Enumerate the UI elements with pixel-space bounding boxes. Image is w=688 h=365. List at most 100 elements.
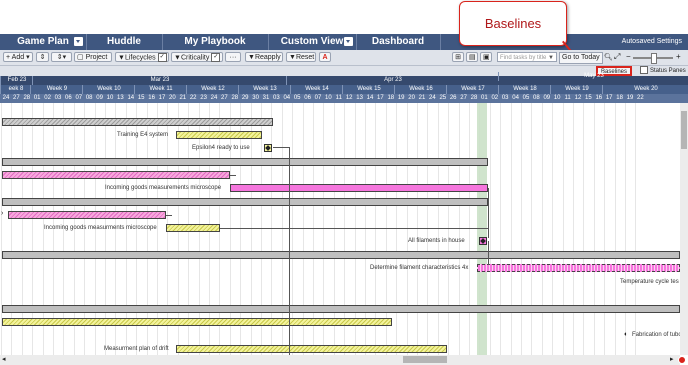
milestone-icon[interactable]	[479, 237, 487, 245]
zoom-in-icon[interactable]: +	[676, 52, 681, 61]
move-button[interactable]: ⇕▾	[51, 52, 72, 62]
lifecycles-filter[interactable]: ▼Lifecycles ✓	[115, 52, 169, 62]
task-bar[interactable]	[2, 251, 680, 259]
project-button[interactable]: ▢ Project	[74, 52, 112, 62]
day-label: 19	[626, 95, 634, 101]
day-label: 27	[460, 95, 467, 101]
highlight-button[interactable]: A	[319, 52, 331, 62]
task-bar[interactable]	[2, 171, 230, 179]
tab-huddle-label: Huddle	[107, 36, 141, 47]
zoom-slider-thumb[interactable]	[651, 53, 657, 64]
timeline-days-header: 24 27 28 01 02 03 06 07 08 09 10 13 14 15 16 17 20 21 22 23…	[0, 94, 688, 103]
week-label: Week 12	[186, 85, 239, 94]
horizontal-scroll-thumb[interactable]	[403, 356, 447, 363]
month-label: Apr 23	[286, 76, 499, 85]
tab-huddle[interactable]: Huddle	[86, 34, 163, 50]
dependency-line	[230, 175, 236, 176]
record-icon[interactable]	[678, 356, 686, 364]
week-label: Week 9	[30, 85, 83, 94]
grid-line	[396, 103, 398, 355]
day-label: 15	[585, 95, 592, 101]
chevron-right-icon[interactable]: ›	[1, 210, 3, 217]
task-bar[interactable]	[2, 198, 488, 206]
day-label: 28	[470, 95, 478, 101]
tab-my-playbook[interactable]: My Playbook	[162, 34, 269, 50]
reset-button[interactable]: ▼Reset	[286, 52, 316, 62]
task-bar[interactable]	[176, 345, 447, 353]
reset-label: Reset	[295, 54, 315, 61]
task-bar[interactable]	[2, 305, 680, 313]
day-label: 20	[169, 95, 176, 101]
zoom-out-icon[interactable]: −	[626, 52, 631, 61]
info-icon[interactable]: ◐	[624, 331, 628, 338]
tab-dashboard[interactable]: Dashboard	[356, 34, 441, 50]
task-bar[interactable]	[166, 224, 220, 232]
reapply-label: Reapply	[254, 54, 281, 61]
day-label: 13	[117, 95, 124, 101]
callout-text: Baselines	[484, 16, 542, 31]
grid-line	[448, 103, 450, 355]
grid-line	[521, 103, 522, 355]
dependency-line	[289, 147, 290, 355]
go-to-today-button[interactable]: Go to Today	[559, 52, 603, 64]
task-bar[interactable]	[230, 184, 488, 192]
fit-icon[interactable]: ⤢	[614, 52, 620, 62]
grid-line	[583, 103, 585, 355]
grid-line	[458, 103, 460, 355]
day-label: 08	[533, 95, 540, 101]
horizontal-scrollbar[interactable]: ◂ ▸	[0, 355, 680, 365]
timeline-weeks-header: eek 8 Week 9 Week 10 Week 11 Week 12 Week 13 W…	[0, 85, 688, 94]
day-label: 12	[574, 95, 582, 101]
grid-line	[635, 103, 637, 355]
dependency-line	[220, 228, 489, 229]
network-button[interactable]: ⊞	[452, 52, 464, 62]
day-label: 28	[231, 95, 239, 101]
gantt-chart[interactable]: Training E4 system Epsilon4 ready to use…	[0, 103, 680, 355]
task-bar[interactable]	[2, 118, 273, 126]
more-button[interactable]: ···	[225, 52, 241, 62]
tab-game-plan[interactable]: Game Plan	[0, 34, 87, 50]
vertical-scrollbar[interactable]	[680, 103, 688, 355]
main-tab-bar: Game Plan Huddle My Playbook Custom View…	[0, 34, 688, 50]
grid-line	[541, 103, 543, 355]
day-label: 26	[449, 95, 457, 101]
task-bar[interactable]	[2, 158, 488, 166]
task-label: Training E4 system	[117, 132, 169, 138]
scroll-left-icon[interactable]: ◂	[2, 355, 6, 363]
search-input[interactable]: Find tasks by title ▼	[497, 52, 557, 62]
tab-custom-view[interactable]: Custom View	[268, 34, 357, 50]
dependency-line	[488, 188, 489, 238]
day-label: 05	[522, 95, 530, 101]
week-label: Week 19	[550, 85, 603, 94]
sort-button[interactable]: ⇕	[36, 52, 49, 62]
scroll-right-icon[interactable]: ▸	[670, 355, 674, 363]
criticality-filter[interactable]: ▼Criticality ✓	[171, 52, 223, 62]
chevron-down-icon[interactable]	[74, 37, 83, 46]
task-bar[interactable]	[176, 131, 262, 139]
filter-icon: ▼	[289, 54, 296, 61]
grid-line	[604, 103, 606, 355]
export-button[interactable]: ▣	[480, 52, 492, 62]
task-bar[interactable]	[2, 318, 392, 326]
zoom-icon[interactable]: 🔍︎	[604, 53, 613, 61]
reapply-button[interactable]: ▼Reapply	[245, 52, 283, 62]
search-placeholder: Find tasks by title	[500, 55, 547, 61]
add-button[interactable]: + Add ▾	[3, 52, 33, 62]
task-bar[interactable]	[477, 264, 680, 272]
lifecycles-checkbox[interactable]: ✓	[157, 53, 167, 62]
filter-icon: ▼	[548, 55, 554, 61]
vertical-scroll-thumb[interactable]	[681, 111, 687, 149]
day-label: 02	[44, 95, 51, 101]
grid-line	[437, 103, 439, 355]
day-label: 10	[106, 95, 114, 101]
criticality-checkbox[interactable]: ✓	[211, 53, 221, 62]
day-label: 16	[148, 95, 155, 101]
milestone-icon[interactable]	[264, 144, 272, 152]
task-bar[interactable]	[8, 211, 166, 219]
chevron-down-icon[interactable]	[344, 37, 353, 46]
week-label: Week 11	[134, 85, 187, 94]
day-label: 17	[158, 95, 166, 101]
day-label: 14	[127, 95, 135, 101]
day-label: 04	[283, 95, 291, 101]
print-button[interactable]: ▤	[466, 52, 478, 62]
